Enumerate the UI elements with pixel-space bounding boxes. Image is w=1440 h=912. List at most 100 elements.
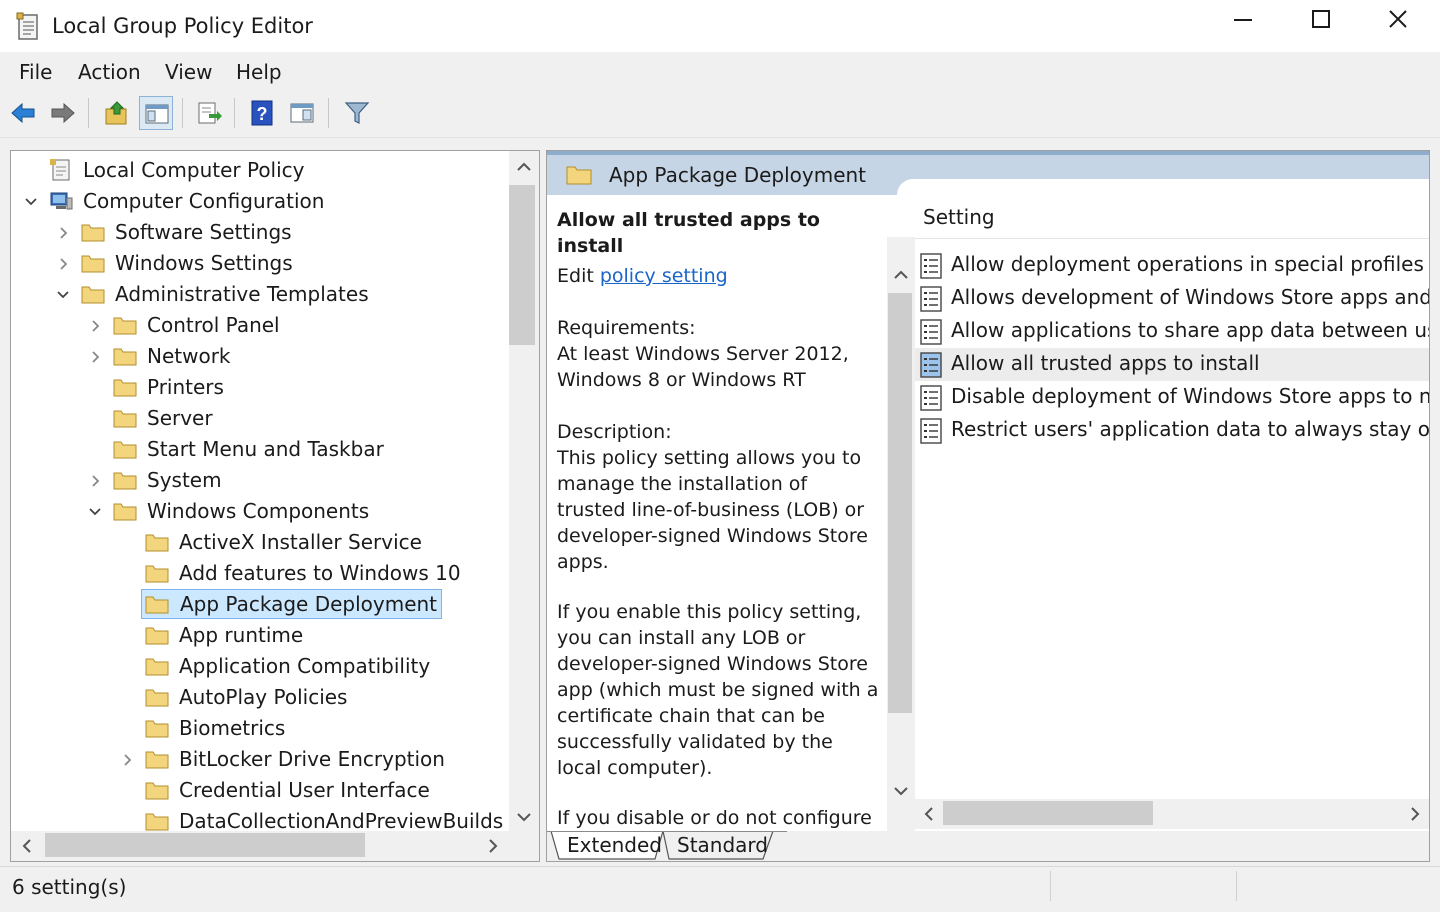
minimize-icon: [1234, 19, 1252, 21]
scroll-down-icon[interactable]: [514, 807, 534, 827]
chevron-down-icon[interactable]: [23, 194, 39, 210]
chevron-down-icon[interactable]: [55, 287, 71, 303]
scroll-down-icon[interactable]: [891, 781, 911, 801]
folder-icon: [113, 379, 137, 397]
tree-item[interactable]: Application Compatibility: [11, 651, 511, 682]
export-list-button[interactable]: [192, 96, 226, 130]
tree-item[interactable]: ActiveX Installer Service: [11, 527, 511, 558]
chevron-down-icon[interactable]: [87, 504, 103, 520]
folder-icon: [145, 565, 169, 583]
filter-icon: [344, 102, 370, 124]
details-pane: App Package Deployment Allow all trusted…: [546, 150, 1430, 862]
tree-item[interactable]: Windows Settings: [11, 248, 511, 279]
chevron-right-icon[interactable]: [55, 256, 71, 272]
chevron-right-icon[interactable]: [87, 349, 103, 365]
tree-item[interactable]: App Package Deployment: [11, 589, 511, 620]
tree-hscroll-thumb[interactable]: [45, 833, 365, 857]
setting-row[interactable]: Allow all trusted apps to install: [915, 348, 1429, 381]
tree-item-label: Biometrics: [179, 716, 286, 740]
scroll-right-icon[interactable]: [1405, 804, 1425, 824]
scroll-up-icon[interactable]: [514, 157, 534, 177]
up-one-level-button[interactable]: [100, 96, 134, 130]
tree-item[interactable]: Credential User Interface: [11, 775, 511, 806]
requirements-text: At least Windows Server 2012, Windows 8 …: [557, 343, 849, 391]
tree-item-label: ActiveX Installer Service: [179, 530, 422, 554]
tree-item[interactable]: Printers: [11, 372, 511, 403]
tree-item[interactable]: Start Menu and Taskbar: [11, 434, 511, 465]
tree-item[interactable]: Local Computer Policy: [11, 155, 511, 186]
filter-button[interactable]: [340, 96, 374, 130]
menu-action[interactable]: Action: [78, 60, 141, 84]
tree-horizontal-scrollbar[interactable]: [11, 831, 539, 861]
back-button[interactable]: [6, 96, 40, 130]
folder-icon: [81, 286, 105, 304]
scroll-right-icon[interactable]: [483, 836, 503, 856]
show-hide-console-tree-button[interactable]: [139, 96, 173, 130]
policy-setting-icon: [920, 352, 942, 378]
scroll-up-icon[interactable]: [891, 265, 911, 285]
policy-setting-icon: [920, 286, 942, 312]
extended-view-icon: [290, 103, 314, 123]
tree-vscroll-thumb[interactable]: [509, 185, 535, 345]
tree-item[interactable]: Computer Configuration: [11, 186, 511, 217]
forward-button[interactable]: [46, 96, 80, 130]
tab-standard-label: Standard: [677, 833, 768, 857]
chevron-right-icon[interactable]: [87, 473, 103, 489]
chevron-right-icon[interactable]: [87, 318, 103, 334]
menu-file[interactable]: File: [19, 60, 52, 84]
tree-item[interactable]: Windows Components: [11, 496, 511, 527]
maximize-icon: [1312, 10, 1330, 28]
help-button[interactable]: ?: [245, 96, 279, 130]
status-count: 6 setting(s): [12, 875, 127, 899]
setting-row-label: Allow all trusted apps to install: [951, 351, 1260, 375]
setting-row[interactable]: Disable deployment of Windows Store apps…: [915, 381, 1429, 414]
tree-item[interactable]: Server: [11, 403, 511, 434]
extended-view-button[interactable]: [285, 96, 319, 130]
description-vertical-scrollbar[interactable]: [887, 237, 915, 831]
tree-item[interactable]: AutoPlay Policies: [11, 682, 511, 713]
tree-item[interactable]: Administrative Templates: [11, 279, 511, 310]
setting-row[interactable]: Restrict users' application data to alwa…: [915, 414, 1429, 447]
list-horizontal-scrollbar[interactable]: [915, 799, 1429, 829]
close-button[interactable]: [1360, 0, 1438, 40]
maximize-button[interactable]: [1282, 0, 1360, 40]
tree-item-label: Windows Settings: [115, 251, 293, 275]
tree-item[interactable]: Biometrics: [11, 713, 511, 744]
tree-item[interactable]: Control Panel: [11, 310, 511, 341]
tree-item[interactable]: BitLocker Drive Encryption: [11, 744, 511, 775]
scroll-left-icon[interactable]: [919, 804, 939, 824]
description-vscroll-thumb[interactable]: [888, 293, 912, 713]
scroll-left-icon[interactable]: [17, 836, 37, 856]
list-hscroll-thumb[interactable]: [943, 801, 1153, 825]
extended-description-pane: Allow all trusted apps to install Edit p…: [547, 195, 887, 829]
setting-row-label: Allow applications to share app data bet…: [951, 318, 1430, 342]
tree-vertical-scrollbar[interactable]: [509, 151, 539, 833]
menu-view[interactable]: View: [165, 60, 212, 84]
description-label: Description:: [557, 421, 672, 443]
toolbar-separator: [182, 98, 183, 128]
tree-item-label: DataCollectionAndPreviewBuilds: [179, 809, 504, 833]
setting-row[interactable]: Allow applications to share app data bet…: [915, 315, 1430, 348]
chevron-right-icon[interactable]: [55, 225, 71, 241]
details-title: App Package Deployment: [609, 163, 867, 187]
tree-item[interactable]: Software Settings: [11, 217, 511, 248]
setting-row[interactable]: Allows development of Windows Store apps…: [915, 282, 1429, 315]
folder-icon: [145, 658, 169, 676]
tree-item[interactable]: App runtime: [11, 620, 511, 651]
setting-row[interactable]: Allow deployment operations in special p…: [915, 249, 1429, 282]
tree-item[interactable]: System: [11, 465, 511, 496]
tree-item[interactable]: Network: [11, 341, 511, 372]
up-folder-icon: [105, 101, 127, 125]
tree-item-label: AutoPlay Policies: [179, 685, 348, 709]
tab-standard[interactable]: Standard: [665, 831, 771, 861]
minimize-button[interactable]: [1204, 0, 1282, 40]
tree-item[interactable]: Add features to Windows 10: [11, 558, 511, 589]
help-icon: ?: [251, 100, 273, 126]
policy-setting-icon: [920, 253, 942, 279]
menu-help[interactable]: Help: [236, 60, 282, 84]
column-header-setting[interactable]: Setting: [915, 195, 1429, 239]
folder-icon: [113, 472, 137, 490]
tab-extended[interactable]: Extended: [557, 831, 662, 861]
chevron-right-icon[interactable]: [119, 752, 135, 768]
policy-setting-link[interactable]: policy setting: [600, 265, 728, 287]
